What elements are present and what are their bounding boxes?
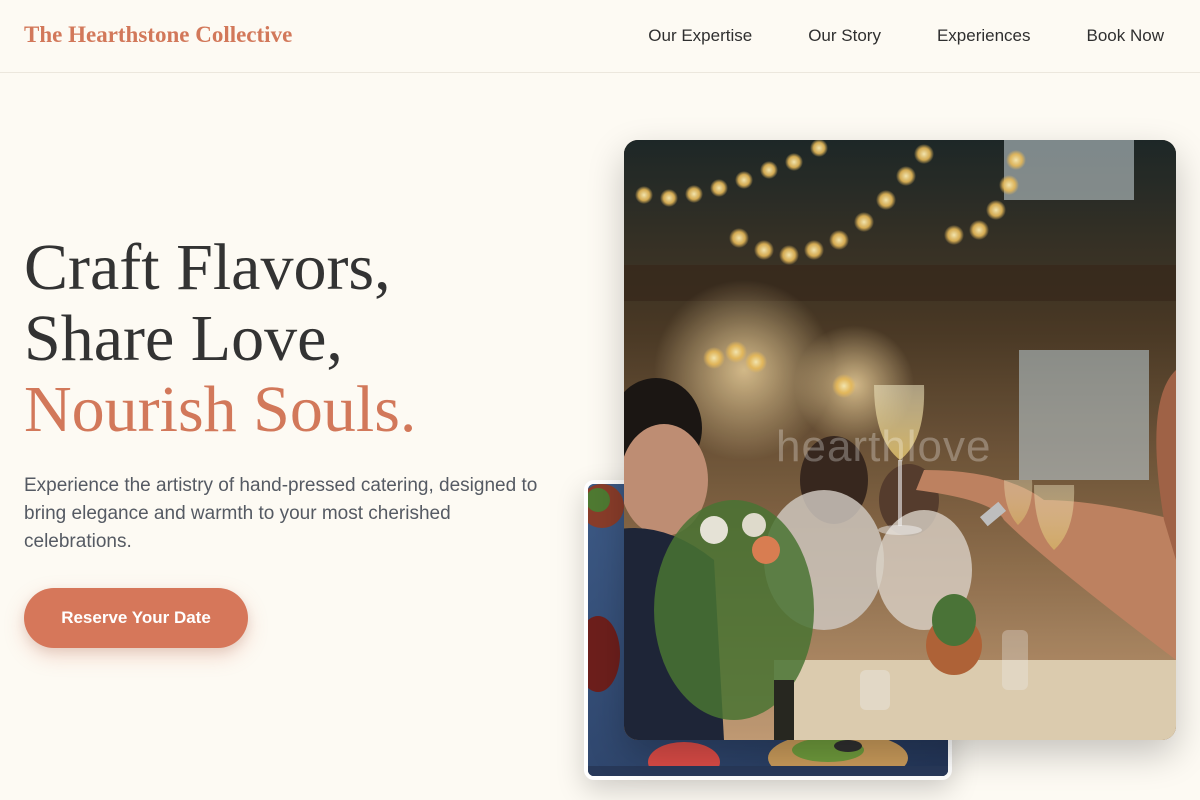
hero-title-line-3: Nourish Souls.: [24, 373, 417, 446]
hero-subtitle: Experience the artistry of hand-pressed …: [24, 475, 538, 552]
image-watermark: hearthlove: [776, 422, 992, 471]
hero-title-line-1: Craft Flavors,: [24, 231, 391, 304]
nav-link-experiences[interactable]: Experiences: [937, 26, 1031, 46]
nav-link-our-story[interactable]: Our Story: [808, 26, 881, 46]
main-nav: Our Expertise Our Story Experiences Book…: [648, 26, 1164, 46]
nav-link-our-expertise[interactable]: Our Expertise: [648, 26, 752, 46]
celebration-toast-photo: hearthlove: [624, 140, 1176, 740]
hero-title: Craft Flavors, Share Love, Nourish Souls…: [24, 232, 584, 445]
site-header: The Hearthstone Collective Our Expertise…: [0, 0, 1200, 73]
nav-link-book-now[interactable]: Book Now: [1087, 26, 1164, 46]
hero-title-line-2: Share Love,: [24, 302, 343, 375]
reserve-date-button[interactable]: Reserve Your Date: [24, 588, 248, 648]
brand-logo[interactable]: The Hearthstone Collective: [24, 22, 292, 48]
